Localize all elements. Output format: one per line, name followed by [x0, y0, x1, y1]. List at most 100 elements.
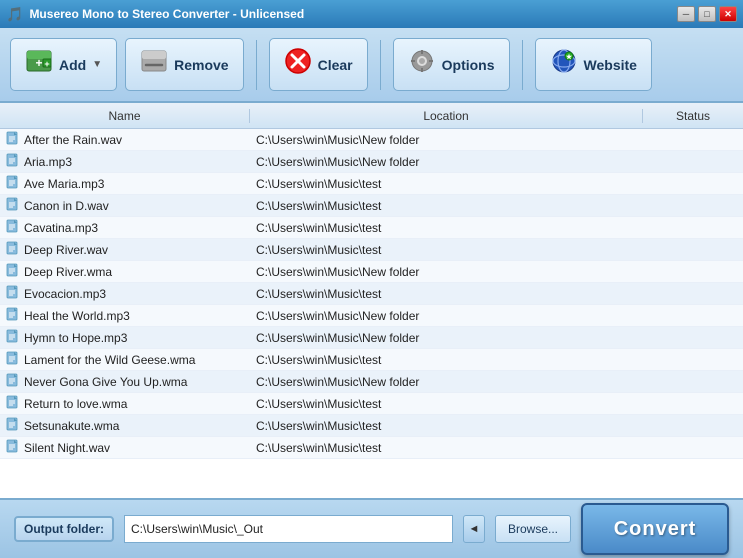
remove-button[interactable]: Remove [125, 38, 243, 91]
audio-file-icon [6, 197, 20, 214]
audio-file-icon [6, 351, 20, 368]
close-button[interactable]: ✕ [719, 6, 737, 22]
maximize-button[interactable]: □ [698, 6, 716, 22]
audio-file-icon [6, 219, 20, 236]
options-button[interactable]: Options [393, 38, 510, 91]
file-name-cell: Canon in D.wav [0, 197, 250, 214]
file-name-cell: Ave Maria.mp3 [0, 175, 250, 192]
table-row[interactable]: Ave Maria.mp3 C:\Users\win\Music\test [0, 173, 743, 195]
file-name-text: Canon in D.wav [24, 199, 109, 213]
table-row[interactable]: Evocacion.mp3 C:\Users\win\Music\test [0, 283, 743, 305]
file-name-cell: Cavatina.mp3 [0, 219, 250, 236]
table-row[interactable]: Setsunakute.wmaC:\Users\win\Music\test [0, 415, 743, 437]
table-row[interactable]: Return to love.wmaC:\Users\win\Music\tes… [0, 393, 743, 415]
file-name-cell: Lament for the Wild Geese.wma [0, 351, 250, 368]
convert-button[interactable]: Convert [581, 503, 729, 555]
file-name-text: Ave Maria.mp3 [24, 177, 104, 191]
table-row[interactable]: Canon in D.wav C:\Users\win\Music\test [0, 195, 743, 217]
file-name-text: Evocacion.mp3 [24, 287, 106, 301]
file-location-cell: C:\Users\win\Music\test [250, 287, 643, 301]
add-icon: + + [25, 47, 53, 82]
file-name-text: Aria.mp3 [24, 155, 72, 169]
browse-button[interactable]: Browse... [495, 515, 571, 543]
audio-file-icon [6, 175, 20, 192]
file-location-cell: C:\Users\win\Music\test [250, 177, 643, 191]
table-row[interactable]: Deep River.wav C:\Users\win\Music\test [0, 239, 743, 261]
clear-icon [284, 47, 312, 82]
clear-button[interactable]: Clear [269, 38, 368, 91]
table-row[interactable]: Cavatina.mp3 C:\Users\win\Music\test [0, 217, 743, 239]
file-location-cell: C:\Users\win\Music\test [250, 419, 643, 433]
file-name-text: After the Rain.wav [24, 133, 122, 147]
website-button[interactable]: ★ Website [535, 38, 652, 91]
table-row[interactable]: Heal the World.mp3 C:\Users\win\Music\New… [0, 305, 743, 327]
table-row[interactable]: Never Gona Give You Up.wma C:\Users\win\M… [0, 371, 743, 393]
file-name-cell: Hymn to Hope.mp3 [0, 329, 250, 346]
file-location-cell: C:\Users\win\Music\New folder [250, 265, 643, 279]
title-bar: 🎵 Musereo Mono to Stereo Converter - Unl… [0, 0, 743, 28]
toolbar-separator-1 [256, 40, 257, 90]
clear-label: Clear [318, 57, 353, 73]
audio-file-icon [6, 307, 20, 324]
file-name-cell: Evocacion.mp3 [0, 285, 250, 302]
file-name-text: Return to love.wma [24, 397, 127, 411]
table-row[interactable]: Deep River.wma C:\Users\win\Music\New fol… [0, 261, 743, 283]
website-label: Website [584, 57, 637, 73]
file-name-text: Silent Night.wav [24, 441, 110, 455]
file-location-cell: C:\Users\win\Music\New folder [250, 375, 643, 389]
path-arrow-button[interactable]: ◄ [463, 515, 485, 543]
file-name-cell: Silent Night.wav [0, 439, 250, 456]
file-name-text: Cavatina.mp3 [24, 221, 98, 235]
options-label: Options [442, 57, 495, 73]
col-location-header: Location [250, 109, 643, 123]
file-location-cell: C:\Users\win\Music\New folder [250, 155, 643, 169]
file-location-cell: C:\Users\win\Music\New folder [250, 133, 643, 147]
file-name-cell: After the Rain.wav [0, 131, 250, 148]
audio-file-icon [6, 395, 20, 412]
main-area: Name Location Status After the Rain.wav C… [0, 103, 743, 498]
remove-label: Remove [174, 57, 228, 73]
add-label: Add [59, 57, 86, 73]
add-button[interactable]: + + Add ▼ [10, 38, 117, 91]
file-location-cell: C:\Users\win\Music\test [250, 221, 643, 235]
audio-file-icon [6, 131, 20, 148]
title-bar-title: 🎵 Musereo Mono to Stereo Converter - Unl… [6, 6, 304, 23]
table-row[interactable]: Silent Night.wav C:\Users\win\Music\test [0, 437, 743, 459]
output-path-input[interactable] [124, 515, 453, 543]
audio-file-icon [6, 439, 20, 456]
file-name-cell: Setsunakute.wma [0, 417, 250, 434]
file-location-cell: C:\Users\win\Music\test [250, 199, 643, 213]
file-location-cell: C:\Users\win\Music\test [250, 243, 643, 257]
title-bar-controls: ─ □ ✕ [677, 6, 737, 22]
minimize-button[interactable]: ─ [677, 6, 695, 22]
file-name-text: Never Gona Give You Up.wma [24, 375, 187, 389]
col-status-header: Status [643, 109, 743, 123]
file-name-cell: Deep River.wav [0, 241, 250, 258]
toolbar-separator-3 [522, 40, 523, 90]
bottom-bar: Output folder: ◄ Browse... Convert [0, 498, 743, 558]
file-location-cell: C:\Users\win\Music\test [250, 441, 643, 455]
file-name-text: Deep River.wma [24, 265, 112, 279]
table-row[interactable]: Hymn to Hope.mp3C:\Users\win\Music\New f… [0, 327, 743, 349]
table-row[interactable]: After the Rain.wav C:\Users\win\Music\New… [0, 129, 743, 151]
audio-file-icon [6, 373, 20, 390]
audio-file-icon [6, 241, 20, 258]
output-folder-label: Output folder: [14, 516, 114, 542]
website-icon: ★ [550, 47, 578, 82]
file-list: After the Rain.wav C:\Users\win\Music\New… [0, 129, 743, 498]
file-name-cell: Return to love.wma [0, 395, 250, 412]
file-location-cell: C:\Users\win\Music\New folder [250, 331, 643, 345]
audio-file-icon [6, 417, 20, 434]
file-name-text: Heal the World.mp3 [24, 309, 130, 323]
file-name-cell: Never Gona Give You Up.wma [0, 373, 250, 390]
file-name-text: Deep River.wav [24, 243, 108, 257]
app-icon: 🎵 [6, 6, 23, 23]
file-location-cell: C:\Users\win\Music\New folder [250, 309, 643, 323]
file-name-cell: Deep River.wma [0, 263, 250, 280]
table-row[interactable]: Lament for the Wild Geese.wmaC:\Users\wi… [0, 349, 743, 371]
app-title: Musereo Mono to Stereo Converter - Unlic… [29, 7, 304, 21]
table-row[interactable]: Aria.mp3 C:\Users\win\Music\New folder [0, 151, 743, 173]
col-name-header: Name [0, 109, 250, 123]
svg-text:+: + [44, 59, 49, 69]
file-name-cell: Heal the World.mp3 [0, 307, 250, 324]
